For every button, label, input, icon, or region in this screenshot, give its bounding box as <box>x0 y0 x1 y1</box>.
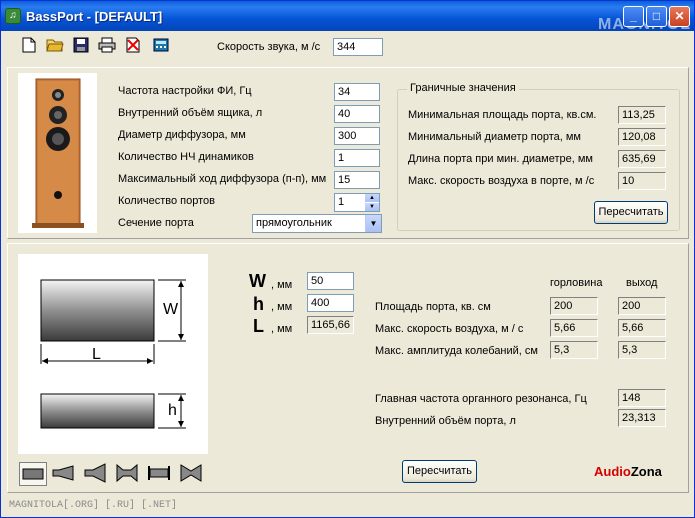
box-volume-label: Внутренний объём ящика, л <box>118 107 263 119</box>
new-file-icon[interactable] <box>19 37 39 57</box>
close-button[interactable]: ✕ <box>669 6 690 27</box>
max-excursion-label: Максимальный ход диффузора (п-п), мм <box>118 173 327 185</box>
port-count-label: Количество портов <box>118 195 215 207</box>
amplitude-exit-value: 5,3 <box>618 341 666 359</box>
h-dim-unit: , мм <box>271 301 293 313</box>
calculator-icon[interactable] <box>151 37 171 57</box>
tuning-freq-label: Частота настройки ФИ, Гц <box>118 85 252 97</box>
area-throat-value: 200 <box>550 297 598 315</box>
window-title: BassPort - [DEFAULT] <box>26 9 163 24</box>
speed-throat-value: 5,66 <box>550 319 598 337</box>
h-dim-input[interactable]: 400 <box>307 294 354 312</box>
max-air-speed-label: Макс. скорость воздуха в порте, м /с <box>408 175 595 187</box>
port-diagram: W L h <box>18 254 208 454</box>
port-shape-bowtie-icon[interactable] <box>177 462 205 486</box>
w-dim-input[interactable]: 50 <box>307 272 354 290</box>
sound-speed-input[interactable]: 344 <box>333 38 383 56</box>
w-dim-unit: , мм <box>271 279 293 291</box>
min-diameter-value: 120,08 <box>618 128 666 146</box>
recalc-port-button[interactable]: Пересчитать <box>402 460 477 483</box>
port-shape-flared-icon[interactable] <box>81 462 109 486</box>
spin-up-icon[interactable]: ▲ <box>365 194 379 202</box>
open-folder-icon[interactable] <box>45 37 65 57</box>
print-icon[interactable] <box>97 37 117 57</box>
port-section-select[interactable]: прямоугольник ▼ <box>252 214 382 233</box>
col-throat-header: горловина <box>550 277 603 289</box>
woofer-count-input[interactable]: 1 <box>334 149 380 167</box>
amplitude-throat-value: 5,3 <box>550 341 598 359</box>
speed-label: Макс. скорость воздуха, м / с <box>375 323 524 335</box>
port-shape-double-flare-icon[interactable] <box>113 462 141 486</box>
port-length-label: Длина порта при мин. диаметре, мм <box>408 153 593 165</box>
tuning-freq-input[interactable]: 34 <box>334 83 380 101</box>
audiozona-logo: AudioZona <box>594 464 662 479</box>
min-diameter-label: Минимальный диаметр порта, мм <box>408 131 581 143</box>
h-dim-letter: h <box>253 294 264 314</box>
l-dim-unit: , мм <box>271 323 293 335</box>
max-air-speed-value: 10 <box>618 172 666 190</box>
brand-zona-text: Zona <box>630 464 662 479</box>
limits-title: Граничные значения <box>407 82 519 94</box>
port-section-value: прямоугольник <box>256 217 332 229</box>
port-count-spinner[interactable]: 1 ▲ ▼ <box>334 193 380 212</box>
col-exit-header: выход <box>626 277 658 289</box>
min-area-value: 113,25 <box>618 106 666 124</box>
woofer-count-label: Количество НЧ динамиков <box>118 151 254 163</box>
sound-speed-label: Скорость звука, м /с <box>217 41 321 53</box>
chevron-down-icon[interactable]: ▼ <box>365 215 381 232</box>
speaker-image <box>18 73 97 233</box>
minimize-button[interactable]: _ <box>623 6 644 27</box>
port-shape-rectangle-icon[interactable] <box>19 462 47 486</box>
organ-freq-label: Главная частота органного резонанса, Гц <box>375 393 587 405</box>
cone-diameter-label: Диаметр диффузора, мм <box>118 129 246 141</box>
max-excursion-input[interactable]: 15 <box>334 171 380 189</box>
l-dim-letter: L <box>253 316 264 336</box>
status-bar: MAGNITOLA[.ORG] [.RU] [.NET] <box>9 500 178 511</box>
app-icon: ♫ <box>5 8 21 24</box>
recalc-limits-button[interactable]: Пересчитать <box>594 201 668 224</box>
cone-diameter-input[interactable]: 300 <box>334 127 380 145</box>
diagram-h-letter: h <box>168 402 177 419</box>
app-window: ♫ BassPort - [DEFAULT] MAGNITOL _ □ ✕ Ск… <box>0 0 695 518</box>
port-section-label: Сечение порта <box>118 217 194 229</box>
speed-exit-value: 5,66 <box>618 319 666 337</box>
delete-icon[interactable] <box>123 37 143 57</box>
diagram-w-letter: W <box>163 301 179 318</box>
port-volume-label: Внутренний объём порта, л <box>375 415 516 427</box>
area-label: Площадь порта, кв. см <box>375 301 491 313</box>
w-dim-letter: W <box>249 271 266 291</box>
port-count-value: 1 <box>338 196 345 208</box>
port-length-value: 635,69 <box>618 150 666 168</box>
brand-audio-text: Audio <box>594 464 631 479</box>
diagram-l-letter: L <box>92 346 101 363</box>
l-dim-value: 1165,66 <box>307 316 354 334</box>
organ-freq-value: 148 <box>618 389 666 407</box>
maximize-button[interactable]: □ <box>646 6 667 27</box>
amplitude-label: Макс. амплитуда колебаний, см <box>375 345 538 357</box>
toolbar: Скорость звука, м /с 344 <box>5 35 691 61</box>
port-volume-value: 23,313 <box>618 409 666 427</box>
area-exit-value: 200 <box>618 297 666 315</box>
title-bar[interactable]: ♫ BassPort - [DEFAULT] MAGNITOL _ □ ✕ <box>1 1 694 33</box>
box-volume-input[interactable]: 40 <box>334 105 380 123</box>
port-shape-flanged-icon[interactable] <box>145 462 173 486</box>
spin-down-icon[interactable]: ▼ <box>365 203 379 211</box>
min-area-label: Минимальная площадь порта, кв.см. <box>408 109 597 121</box>
save-icon[interactable] <box>71 37 91 57</box>
port-shape-horn-icon[interactable] <box>49 462 77 486</box>
